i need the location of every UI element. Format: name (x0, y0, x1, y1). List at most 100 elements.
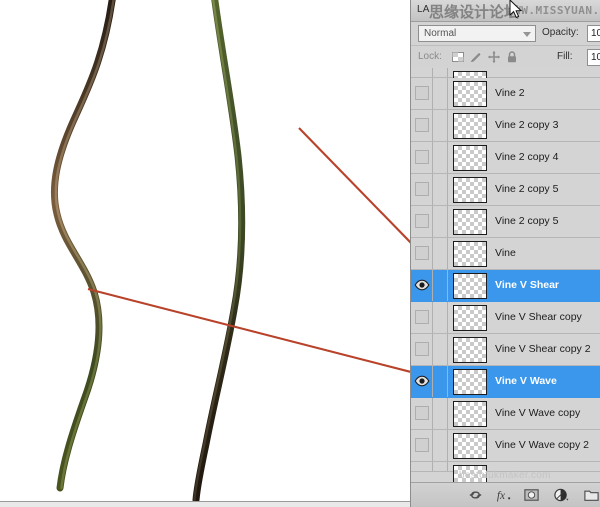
panel-tab-label[interactable]: LA (417, 4, 430, 15)
mask-icon[interactable] (523, 487, 540, 503)
layer-visibility-toggle[interactable] (411, 142, 433, 173)
arrow-to-vine-v-wave (87, 287, 410, 373)
panel-titlebar[interactable]: LA 思缘设计论坛 WWW.MISSYUAN.COM (411, 0, 600, 22)
layer-thumbnail[interactable] (453, 273, 487, 299)
layer-visibility-toggle[interactable] (411, 78, 433, 109)
eye-icon-empty[interactable] (415, 310, 429, 324)
layer-row[interactable]: Vine V Wave (411, 366, 600, 398)
layer-row[interactable]: Vine 2 copy 5 (411, 206, 600, 238)
layer-thumbnail[interactable] (453, 113, 487, 139)
fill-value: 100% (591, 52, 600, 63)
document-canvas[interactable] (0, 0, 410, 507)
layer-link-cell[interactable] (433, 206, 448, 237)
layer-row[interactable]: Vine V Shear (411, 270, 600, 302)
layer-thumbnail[interactable] (453, 145, 487, 171)
layer-link-cell[interactable] (433, 110, 448, 141)
layer-thumbnail[interactable] (453, 401, 487, 427)
layer-visibility-toggle[interactable] (411, 366, 433, 397)
eye-icon-empty[interactable] (415, 86, 429, 100)
layer-thumbnail[interactable] (453, 337, 487, 363)
blend-mode-select[interactable]: Normal (418, 25, 536, 42)
layer-thumbnail[interactable] (453, 369, 487, 395)
layer-row[interactable]: Vine (411, 238, 600, 270)
layer-row[interactable]: Vine 2 (411, 78, 600, 110)
photoshop-layers-screenshot: LA 思缘设计论坛 WWW.MISSYUAN.COM Normal Opacit… (0, 0, 600, 507)
adjustment-circle-icon[interactable] (553, 487, 570, 503)
layer-link-cell[interactable] (433, 462, 448, 471)
opacity-input[interactable]: 100% (587, 25, 600, 42)
layer-visibility-toggle[interactable] (411, 398, 433, 429)
chevron-down-icon[interactable] (523, 32, 531, 37)
eye-icon-empty[interactable] (415, 182, 429, 196)
layer-link-cell[interactable] (433, 270, 448, 301)
layer-name: Vine 2 (495, 87, 525, 99)
layer-visibility-toggle[interactable] (411, 302, 433, 333)
layer-row[interactable]: Vine V Wave copy 2 (411, 430, 600, 462)
layer-row[interactable]: Vine V Shear copy (411, 302, 600, 334)
eye-icon-empty[interactable] (415, 246, 429, 260)
layer-visibility-toggle[interactable] (411, 462, 433, 471)
layer-link-cell[interactable] (433, 238, 448, 269)
layer-row[interactable]: Vine 2 copy 4 (411, 142, 600, 174)
layer-row[interactable] (411, 68, 600, 97)
layer-link-cell[interactable] (433, 174, 448, 205)
fx-icon[interactable]: fx (495, 487, 512, 503)
layer-visibility-toggle[interactable] (411, 68, 433, 77)
lock-position-icon[interactable] (487, 50, 501, 64)
layer-link-cell[interactable] (433, 68, 448, 77)
watermark-faint: bestofukmaker.com (459, 470, 551, 481)
layer-row[interactable]: Vine V Wave copy (411, 398, 600, 430)
layer-visibility-toggle[interactable] (411, 430, 433, 461)
layer-visibility-toggle[interactable] (411, 334, 433, 365)
layer-link-cell[interactable] (433, 334, 448, 365)
layer-visibility-toggle[interactable] (411, 270, 433, 301)
fill-input[interactable]: 100% (587, 49, 600, 66)
layer-link-cell[interactable] (433, 78, 448, 109)
layer-thumbnail[interactable] (453, 81, 487, 107)
layer-link-cell[interactable] (433, 430, 448, 461)
eye-icon[interactable] (414, 277, 430, 293)
lock-all-icon[interactable] (505, 50, 519, 64)
layer-list[interactable]: Vine 2 Vine 2 copy 3 Vine 2 copy 4 Vine 2 c… (411, 68, 600, 483)
folder-icon[interactable] (583, 487, 600, 503)
eye-icon-empty[interactable] (415, 342, 429, 356)
layer-name: Vine V Wave (495, 375, 557, 387)
layer-link-cell[interactable] (433, 302, 448, 333)
layer-name: Vine 2 copy 4 (495, 151, 559, 163)
layer-thumbnail[interactable] (453, 209, 487, 235)
watermark-url: WWW.MISSYUAN.COM (507, 4, 600, 17)
layer-visibility-toggle[interactable] (411, 238, 433, 269)
svg-text:fx: fx (497, 490, 505, 502)
eye-icon-empty[interactable] (415, 118, 429, 132)
layer-thumbnail[interactable] (453, 241, 487, 267)
eye-icon-empty[interactable] (415, 406, 429, 420)
layer-thumbnail[interactable] (453, 305, 487, 331)
fill-label: Fill: (557, 51, 573, 62)
layer-row[interactable]: Vine 2 copy 5 (411, 174, 600, 206)
layer-visibility-toggle[interactable] (411, 110, 433, 141)
layer-link-cell[interactable] (433, 366, 448, 397)
eye-icon-empty[interactable] (415, 214, 429, 228)
lock-image-pixels-icon[interactable] (469, 50, 483, 64)
vine-left (51, 0, 116, 492)
eye-icon[interactable] (414, 373, 430, 389)
layers-panel-toolbar: fx (411, 482, 600, 507)
layer-visibility-toggle[interactable] (411, 206, 433, 237)
layers-panel: LA 思缘设计论坛 WWW.MISSYUAN.COM Normal Opacit… (410, 0, 600, 507)
layer-thumbnail[interactable] (453, 433, 487, 459)
layer-name: Vine V Wave copy 2 (495, 439, 589, 451)
eye-icon-empty[interactable] (415, 150, 429, 164)
link-icon[interactable] (467, 487, 484, 503)
layer-visibility-toggle[interactable] (411, 174, 433, 205)
eye-icon-empty[interactable] (415, 438, 429, 452)
layer-row[interactable]: Vine 2 copy 3 (411, 110, 600, 142)
blend-mode-row: Normal Opacity: 100% (411, 22, 600, 46)
layer-link-cell[interactable] (433, 398, 448, 429)
layer-row[interactable]: Vine V Shear copy 2 (411, 334, 600, 366)
lock-transparent-pixels-icon[interactable] (451, 50, 465, 64)
layer-thumbnail[interactable] (453, 177, 487, 203)
opacity-label: Opacity: (542, 27, 579, 38)
opacity-value: 100% (591, 28, 600, 39)
layer-name: Vine (495, 247, 516, 259)
layer-link-cell[interactable] (433, 142, 448, 173)
